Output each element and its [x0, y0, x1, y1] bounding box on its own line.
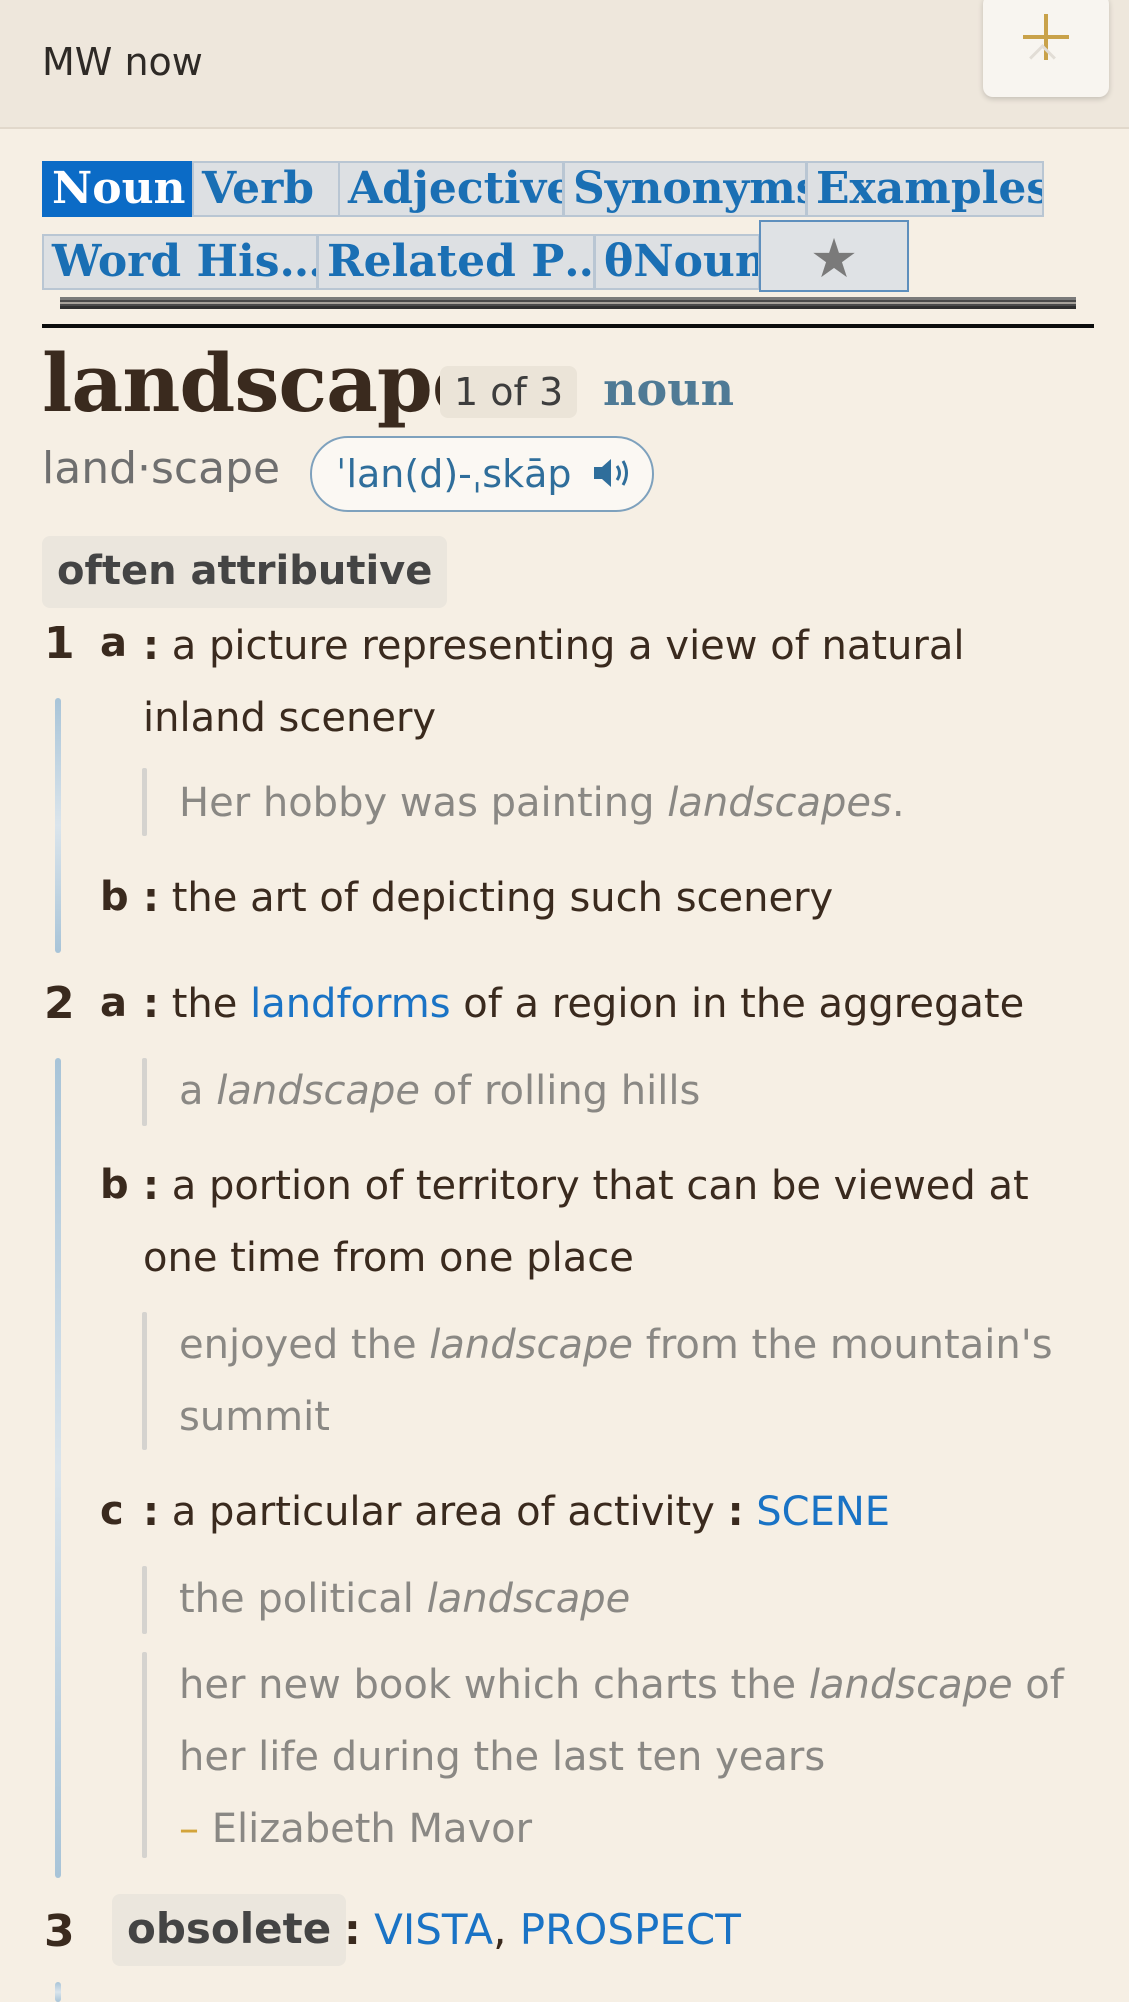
tab-theta-noun[interactable]: θNoun — [594, 234, 760, 290]
subsense-letter: b — [100, 1162, 129, 1208]
sense-bar — [55, 1982, 61, 2002]
example: a landscape of rolling hills — [179, 1068, 701, 1114]
tab-examples[interactable]: Examples — [806, 161, 1044, 217]
pronunciation-button[interactable]: ˈlan(d)-ˌskāp — [310, 436, 654, 512]
link-prospect[interactable]: PROSPECT — [520, 1905, 741, 1954]
definition: : a portion of territory that can be vie… — [143, 1163, 1029, 1281]
sense-number: 2 — [44, 978, 75, 1029]
tab-word-history[interactable]: Word His… — [42, 234, 318, 290]
top-bar: MW now — [0, 0, 1129, 129]
example-bar — [142, 768, 147, 836]
sense-bar — [55, 1058, 61, 1878]
tab-related-phrases[interactable]: Related P… — [317, 234, 595, 290]
pronunciation-text: ˈlan(d)-ˌskāp — [336, 452, 572, 496]
example-bar — [142, 1652, 147, 1858]
app-title: MW now — [42, 40, 203, 84]
tab-verb[interactable]: Verb — [192, 161, 340, 217]
link-scene[interactable]: SCENE — [756, 1489, 890, 1535]
definition: : a particular area of activity : SCENE — [143, 1489, 891, 1535]
speaker-icon — [592, 441, 632, 513]
usage-label: often attributive — [42, 536, 448, 608]
tab-adjective[interactable]: Adjective — [338, 161, 564, 217]
tab-synonyms[interactable]: Synonyms — [563, 161, 807, 217]
part-of-speech[interactable]: noun — [603, 362, 734, 416]
subsense-letter: a — [100, 980, 127, 1026]
example-bar — [142, 1312, 147, 1450]
header-divider — [42, 324, 1094, 328]
example: the political landscape — [179, 1576, 631, 1622]
headword: landscape — [42, 336, 483, 430]
link-landforms[interactable]: landforms — [250, 981, 450, 1027]
definition: : a picture representing a view of natur… — [143, 623, 965, 741]
example: her new book which charts the landscape … — [179, 1662, 1064, 1852]
example-author: Elizabeth Mavor — [211, 1806, 533, 1852]
tabs-divider — [60, 297, 1076, 309]
subsense-letter: c — [100, 1488, 124, 1534]
link-vista[interactable]: VISTA — [374, 1905, 493, 1954]
tab-noun[interactable]: Noun — [42, 161, 192, 217]
example: enjoyed the landscape from the mountain'… — [179, 1322, 1053, 1440]
subsense-letter: b — [100, 874, 129, 920]
subsense-letter: a — [100, 620, 127, 666]
definition: : VISTA, PROSPECT — [344, 1905, 741, 1954]
definition: : the landforms of a region in the aggre… — [143, 981, 1025, 1027]
example-bar — [142, 1058, 147, 1126]
star-icon[interactable]: ★ — [759, 220, 909, 292]
example-bar — [142, 1566, 147, 1634]
sense-bar — [55, 698, 61, 953]
usage-label: obsolete — [112, 1894, 347, 1966]
sense-number: 3 — [44, 1906, 75, 1957]
entry-count: 1 of 3 — [440, 366, 578, 418]
syllables: land·scape — [42, 443, 281, 494]
sense-number: 1 — [44, 618, 75, 669]
add-button[interactable] — [983, 0, 1109, 97]
definition: : the art of depicting such scenery — [143, 875, 834, 921]
example: Her hobby was painting landscapes. — [179, 780, 905, 826]
